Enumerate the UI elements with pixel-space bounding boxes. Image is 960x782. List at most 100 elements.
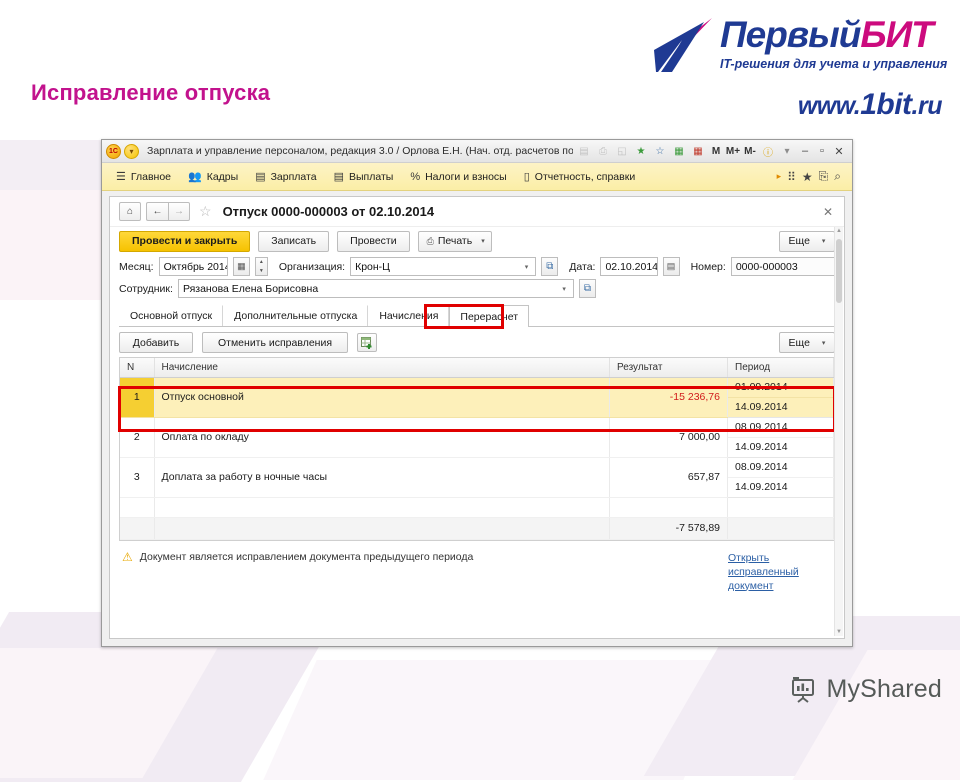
- menu-item-hr[interactable]: 👥 Кадры: [181, 166, 245, 188]
- column-header-result[interactable]: Результат: [609, 358, 728, 378]
- organization-dropdown-icon[interactable]: ▾: [522, 263, 532, 271]
- info-icon[interactable]: ⓘ: [760, 143, 776, 159]
- total-value: -7 578,89: [609, 516, 728, 540]
- form-scrollbar[interactable]: ▲ ▼: [834, 227, 843, 636]
- background-shape-bottom-center: [263, 660, 737, 780]
- calendar-picker-icon[interactable]: ▦: [232, 257, 250, 276]
- menu-overflow-caret-icon[interactable]: ▸: [777, 171, 782, 182]
- grid-header: N Начисление Результат Период: [120, 358, 834, 378]
- number-input[interactable]: 0000-000003: [730, 257, 835, 276]
- table-more-caret-icon[interactable]: ▾: [822, 339, 826, 347]
- add-favorite-icon[interactable]: ★: [633, 143, 649, 159]
- dropdown-circle-icon[interactable]: ▾: [124, 143, 139, 159]
- document-more-caret-icon[interactable]: ▾: [822, 237, 826, 245]
- stepper-up-icon[interactable]: ▲: [256, 258, 267, 267]
- favorites-star-icon[interactable]: ★: [802, 170, 813, 184]
- memory-m-icon[interactable]: M: [709, 143, 723, 159]
- cancel-corrections-button[interactable]: Отменить исправления: [202, 332, 348, 353]
- table-row[interactable]: 1 Отпуск основной -15 236,76 01.09.2014: [120, 377, 834, 418]
- save-icon[interactable]: ▤: [576, 143, 592, 159]
- back-arrow-icon[interactable]: ←: [146, 202, 168, 221]
- memory-m-plus-icon[interactable]: M+: [726, 143, 740, 159]
- all-functions-icon[interactable]: ⠿: [787, 170, 796, 184]
- menu-item-payments[interactable]: ▤ Выплаты: [327, 166, 401, 188]
- grid-header-row: N Начисление Результат Период: [120, 358, 834, 378]
- tab-recalculation[interactable]: Перерасчет: [449, 305, 530, 327]
- column-header-accrual[interactable]: Начисление: [154, 358, 610, 378]
- document-close-icon[interactable]: ✕: [823, 205, 835, 219]
- row-period-from[interactable]: 08.09.2014: [727, 457, 834, 478]
- organization-input[interactable]: Крон-Ц ▾: [350, 257, 537, 276]
- print-icon[interactable]: ⎙: [595, 143, 611, 159]
- tab-main-vacation[interactable]: Основной отпуск: [119, 305, 224, 326]
- home-icon[interactable]: ⌂: [119, 202, 141, 221]
- add-row-button[interactable]: Добавить: [119, 332, 193, 353]
- search-icon[interactable]: ⌕: [834, 169, 841, 184]
- history-icon[interactable]: ⎘: [819, 169, 829, 184]
- table-more-button[interactable]: Еще ▾: [779, 332, 835, 353]
- minimize-icon[interactable]: –: [798, 143, 812, 159]
- sidebar-toggle-button[interactable]: ☰ Главное: [109, 166, 178, 188]
- row-accrual-name[interactable]: Отпуск основной: [154, 377, 610, 418]
- memory-m-minus-icon[interactable]: M-: [743, 143, 757, 159]
- print-button[interactable]: ⎙ Печать ▾: [417, 230, 492, 252]
- table-row[interactable]: 3 Доплата за работу в ночные часы 657,87…: [120, 457, 834, 498]
- print-caret-icon[interactable]: ▾: [481, 237, 485, 245]
- date-input[interactable]: 02.10.2014: [600, 257, 658, 276]
- employee-dropdown-icon[interactable]: ▾: [559, 285, 569, 293]
- scrollbar-thumb[interactable]: [836, 239, 842, 303]
- table-row[interactable]: 2 Оплата по окладу 7 000,00 08.09.2014: [120, 417, 834, 458]
- favorites-icon[interactable]: ☆: [652, 143, 668, 159]
- star-outline-icon[interactable]: ☆: [199, 203, 212, 220]
- row-number: 1: [120, 377, 155, 418]
- organization-open-icon[interactable]: ⧉: [541, 257, 559, 276]
- tab-accruals[interactable]: Начисления: [368, 305, 450, 326]
- menu-item-label-reports: Отчетность, справки: [534, 170, 636, 183]
- 1c-app-icon[interactable]: 1C: [106, 143, 121, 159]
- row-period-from[interactable]: 08.09.2014: [727, 417, 834, 438]
- document-more-button[interactable]: Еще ▾: [779, 230, 835, 252]
- employee-open-icon[interactable]: ⧉: [578, 279, 596, 298]
- menu-item-salary[interactable]: ▤ Зарплата: [248, 166, 323, 188]
- total-cell-name: [154, 516, 610, 540]
- open-corrected-document-link[interactable]: Открыть исправленный документ: [728, 551, 832, 593]
- calendar-icon[interactable]: ▦: [690, 143, 706, 159]
- row-accrual-name[interactable]: Оплата по окладу: [154, 417, 610, 458]
- month-stepper[interactable]: ▲ ▼: [254, 257, 268, 276]
- employee-input[interactable]: Рязанова Елена Борисовна ▾: [177, 279, 574, 298]
- month-input[interactable]: Октябрь 2014: [158, 257, 228, 276]
- organization-value: Крон-Ц: [355, 260, 390, 273]
- menu-item-taxes[interactable]: % Налоги и взносы: [403, 166, 513, 188]
- tab-additional-vacations[interactable]: Дополнительные отпуска: [223, 305, 369, 326]
- write-button[interactable]: Записать: [258, 230, 330, 252]
- scroll-up-arrow-icon[interactable]: ▲: [835, 228, 843, 234]
- document-header: ⌂ ← → ☆ Отпуск 0000-000003 от 02.10.2014…: [110, 197, 844, 227]
- document-more-label: Еще: [788, 235, 810, 247]
- calculator-icon[interactable]: ▦: [671, 143, 687, 159]
- forward-arrow-icon[interactable]: →: [168, 202, 190, 221]
- menu-caret-icon[interactable]: ▾: [779, 143, 795, 159]
- number-label: Номер:: [690, 260, 726, 273]
- row-period-to[interactable]: 14.09.2014: [727, 437, 834, 458]
- column-header-n[interactable]: N: [120, 358, 155, 378]
- row-period-to[interactable]: 14.09.2014: [727, 397, 834, 418]
- row-accrual-name[interactable]: Доплата за работу в ночные часы: [154, 457, 610, 498]
- date-calendar-icon[interactable]: ▤: [662, 257, 680, 276]
- row-result-value[interactable]: -15 236,76: [609, 377, 728, 418]
- fill-table-icon[interactable]: [357, 333, 377, 352]
- stepper-down-icon[interactable]: ▼: [256, 267, 267, 276]
- menu-item-reports[interactable]: ▯ Отчетность, справки: [517, 166, 642, 188]
- row-period-from[interactable]: 01.09.2014: [727, 377, 834, 398]
- recalculation-grid: N Начисление Результат Период 1 Отпуск о…: [120, 358, 834, 540]
- post-button[interactable]: Провести: [337, 230, 410, 252]
- row-result-value[interactable]: 657,87: [609, 457, 728, 498]
- scroll-down-arrow-icon[interactable]: ▼: [835, 629, 843, 635]
- post-and-close-button[interactable]: Провести и закрыть: [119, 230, 251, 252]
- column-header-period[interactable]: Период: [727, 358, 834, 378]
- logo-url-suffix: .ru: [911, 92, 943, 120]
- print-preview-icon[interactable]: ◱: [614, 143, 630, 159]
- maximize-icon[interactable]: ▫: [815, 143, 829, 159]
- row-period-to[interactable]: 14.09.2014: [727, 477, 834, 498]
- row-result-value[interactable]: 7 000,00: [609, 417, 728, 458]
- close-icon[interactable]: ✕: [832, 143, 846, 159]
